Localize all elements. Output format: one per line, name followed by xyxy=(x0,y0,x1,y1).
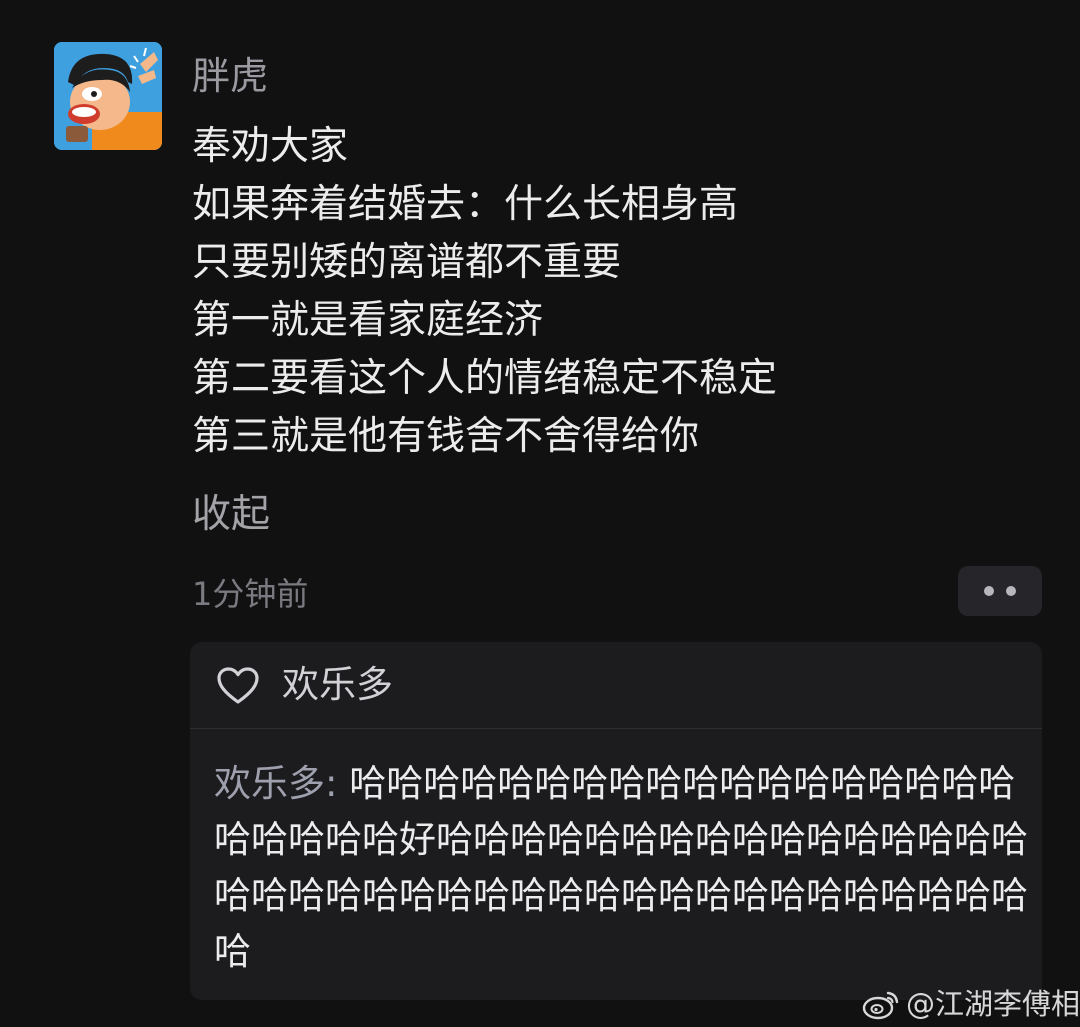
comment-text: 欢乐多: 哈哈哈哈哈哈哈哈哈哈哈哈哈哈哈哈哈哈哈哈哈哈哈好哈哈哈哈哈哈哈哈哈哈哈… xyxy=(214,756,1044,980)
more-options-button[interactable] xyxy=(958,566,1042,616)
post-timestamp: 1分钟前 xyxy=(192,575,309,613)
watermark-text: @江湖李傅相 xyxy=(906,987,1080,1021)
watermark: @江湖李傅相 xyxy=(862,984,1080,1024)
post-line: 第二要看这个人的情绪稳定不稳定 xyxy=(192,356,778,401)
more-dots-icon xyxy=(984,586,994,596)
post-line: 第一就是看家庭经济 xyxy=(192,298,544,343)
post-line: 只要别矮的离谱都不重要 xyxy=(192,240,622,285)
comment-card: 欢乐多 欢乐多: 哈哈哈哈哈哈哈哈哈哈哈哈哈哈哈哈哈哈哈哈哈哈哈好哈哈哈哈哈哈哈… xyxy=(190,642,1042,1000)
comment-body: 哈哈哈哈哈哈哈哈哈哈哈哈哈哈哈哈哈哈哈哈哈哈哈好哈哈哈哈哈哈哈哈哈哈哈哈哈哈哈哈… xyxy=(214,762,1028,973)
more-dots-icon xyxy=(1006,586,1016,596)
post-line: 如果奔着结婚去：什么长相身高 xyxy=(192,182,739,227)
avatar[interactable] xyxy=(54,42,162,150)
comment-author[interactable]: 欢乐多: xyxy=(214,762,337,805)
weibo-logo-icon xyxy=(862,991,899,1020)
cartoon-avatar-icon xyxy=(54,42,162,150)
post-line: 第三就是他有钱舍不舍得给你 xyxy=(192,414,700,459)
post-content: 奉劝大家 如果奔着结婚去：什么长相身高 只要别矮的离谱都不重要 第一就是看家庭经… xyxy=(192,118,777,466)
heart-outline-icon[interactable] xyxy=(216,666,260,706)
post-line: 奉劝大家 xyxy=(192,124,349,169)
liker-name[interactable]: 欢乐多 xyxy=(282,658,393,712)
likes-row: 欢乐多 xyxy=(190,642,1042,729)
collapse-link[interactable]: 收起 xyxy=(192,486,270,544)
username[interactable]: 胖虎 xyxy=(192,48,268,104)
